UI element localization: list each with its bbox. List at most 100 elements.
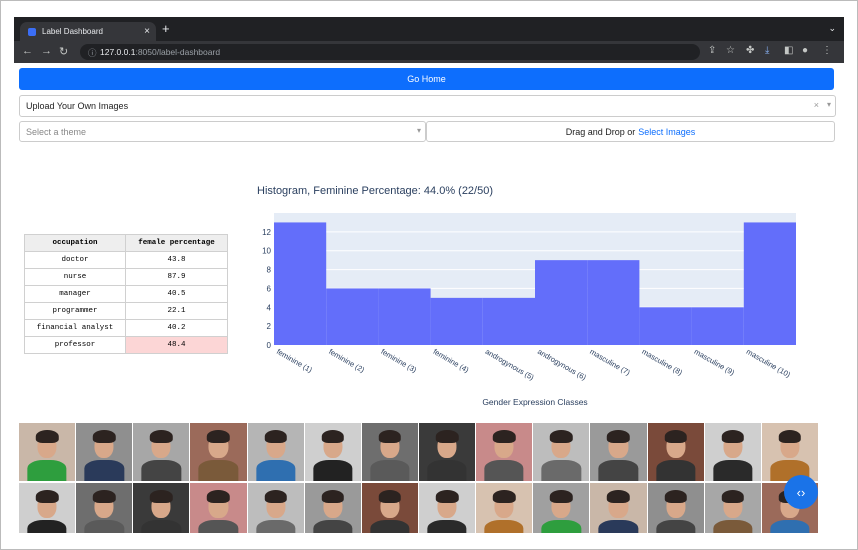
histogram-bar[interactable] <box>691 307 744 345</box>
histogram-bar[interactable] <box>743 222 796 345</box>
x-tick-label: feminine (1) <box>275 347 314 375</box>
percentage-cell[interactable]: 40.5 <box>125 285 228 303</box>
person-hair-shape <box>150 429 173 443</box>
chevron-down-icon[interactable]: ▾ <box>827 100 831 109</box>
clear-icon[interactable]: × <box>814 100 819 110</box>
gallery-image[interactable] <box>704 423 762 481</box>
gallery-image[interactable] <box>418 423 477 481</box>
x-tick-label: masculine (10) <box>745 347 793 380</box>
image-dropzone[interactable]: Drag and Drop or Select Images <box>426 121 835 142</box>
gallery-image[interactable] <box>133 423 191 481</box>
tab-search-chevron-icon[interactable]: ⌄ <box>828 23 836 34</box>
gallery-image[interactable] <box>533 483 591 533</box>
y-tick-label: 6 <box>267 284 272 293</box>
histogram-bar[interactable] <box>639 307 692 345</box>
browser-tab[interactable]: Label Dashboard × <box>20 22 156 41</box>
gallery-image[interactable] <box>761 423 819 481</box>
gallery-image[interactable] <box>190 423 248 481</box>
histogram-bar[interactable] <box>430 297 483 345</box>
new-tab-button[interactable]: + <box>162 22 170 35</box>
occupation-table: occupation female percentage doctor 43.8 … <box>24 234 228 354</box>
person-body-shape <box>713 520 753 533</box>
gallery-image[interactable] <box>19 423 77 481</box>
bookmark-star-icon[interactable]: ☆ <box>726 45 735 56</box>
gallery-image[interactable] <box>133 483 191 533</box>
histogram-chart[interactable]: 0 2 4 6 8 10 12 feminine (1) feminine (2) feminin… <box>244 203 834 418</box>
theme-placeholder: Select a theme <box>26 127 87 137</box>
side-panel-icon[interactable]: ◧ <box>784 45 793 56</box>
browser-window: Label Dashboard × + ⌄ ← → ↻ ⓘ 127.0.0.1:… <box>14 17 844 533</box>
occupation-cell[interactable]: manager <box>24 285 126 303</box>
address-bar[interactable]: ⓘ 127.0.0.1:8050/label-dashboard <box>80 44 700 60</box>
gallery-image[interactable] <box>190 483 248 533</box>
gallery-image[interactable] <box>304 483 362 533</box>
histogram-bar[interactable] <box>378 288 431 345</box>
tab-close-icon[interactable]: × <box>144 26 150 37</box>
upload-images-select[interactable]: Upload Your Own Images × ▾ <box>19 95 836 117</box>
gallery-image[interactable] <box>418 483 477 533</box>
person-body-shape <box>27 460 67 481</box>
select-images-link[interactable]: Select Images <box>638 127 695 137</box>
occupation-cell[interactable]: professor <box>24 336 126 354</box>
upload-select-value: Upload Your Own Images <box>26 101 129 111</box>
person-body-shape <box>198 460 239 481</box>
occupation-cell[interactable]: doctor <box>24 251 126 269</box>
histogram-bar[interactable] <box>587 260 640 345</box>
gallery-image[interactable] <box>76 483 134 533</box>
dropzone-text: Drag and Drop or <box>565 126 636 137</box>
gallery-image[interactable] <box>476 423 534 481</box>
x-axis-title: Gender Expression Classes <box>482 397 587 407</box>
go-home-button[interactable]: Go Home <box>19 68 834 90</box>
profile-avatar-icon[interactable]: ● <box>802 45 808 56</box>
gallery-image[interactable] <box>647 423 705 481</box>
gallery-image[interactable] <box>361 483 419 533</box>
percentage-cell-highlighted[interactable]: 48.4 <box>125 336 228 354</box>
histogram-bar[interactable] <box>482 297 535 345</box>
site-info-icon[interactable]: ⓘ <box>88 47 97 59</box>
download-icon[interactable]: ⤓ <box>765 45 769 56</box>
share-icon[interactable]: ⇪ <box>708 45 716 56</box>
person-hair-shape <box>607 429 630 443</box>
person-body-shape <box>541 460 581 481</box>
gallery-image[interactable] <box>247 423 305 481</box>
person-hair-shape <box>92 489 116 503</box>
forward-arrow-icon[interactable]: → <box>41 45 52 57</box>
reload-icon[interactable]: ↻ <box>59 45 68 58</box>
person-body-shape <box>598 520 639 533</box>
image-gallery-row <box>19 423 819 481</box>
person-hair-shape <box>607 489 630 503</box>
chevron-down-icon[interactable]: ▾ <box>417 126 421 135</box>
gallery-image[interactable] <box>533 423 591 481</box>
gallery-image[interactable] <box>247 483 305 533</box>
back-arrow-icon[interactable]: ← <box>22 45 33 57</box>
person-body-shape <box>84 520 124 533</box>
gallery-image[interactable] <box>704 483 762 533</box>
column-header-occupation[interactable]: occupation <box>24 234 126 252</box>
gallery-image[interactable] <box>590 423 648 481</box>
histogram-bar[interactable] <box>326 288 379 345</box>
percentage-cell[interactable]: 43.8 <box>125 251 228 269</box>
code-toggle-button[interactable]: ‹› <box>784 475 818 509</box>
histogram-bar[interactable] <box>535 260 588 345</box>
gallery-image[interactable] <box>76 423 134 481</box>
column-header-female-percentage[interactable]: female percentage <box>125 234 228 252</box>
gallery-image[interactable] <box>19 483 77 533</box>
y-tick-label: 0 <box>267 341 272 350</box>
person-body-shape <box>198 520 239 533</box>
gallery-image[interactable] <box>476 483 534 533</box>
gallery-image[interactable] <box>647 483 705 533</box>
x-tick-label: masculine (9) <box>693 347 737 378</box>
percentage-cell[interactable]: 87.9 <box>125 268 228 286</box>
gallery-image[interactable] <box>304 423 362 481</box>
gallery-image[interactable] <box>590 483 648 533</box>
percentage-cell[interactable]: 22.1 <box>125 302 228 320</box>
theme-select[interactable]: Select a theme ▾ <box>19 121 426 142</box>
histogram-bar[interactable] <box>274 222 327 345</box>
gallery-image[interactable] <box>361 423 419 481</box>
percentage-cell[interactable]: 40.2 <box>125 319 228 337</box>
occupation-cell[interactable]: programmer <box>24 302 126 320</box>
extensions-puzzle-icon[interactable]: ✤ <box>746 45 754 56</box>
occupation-cell[interactable]: financial analyst <box>24 319 126 337</box>
occupation-cell[interactable]: nurse <box>24 268 126 286</box>
menu-dots-icon[interactable]: ⋮ <box>822 45 832 56</box>
